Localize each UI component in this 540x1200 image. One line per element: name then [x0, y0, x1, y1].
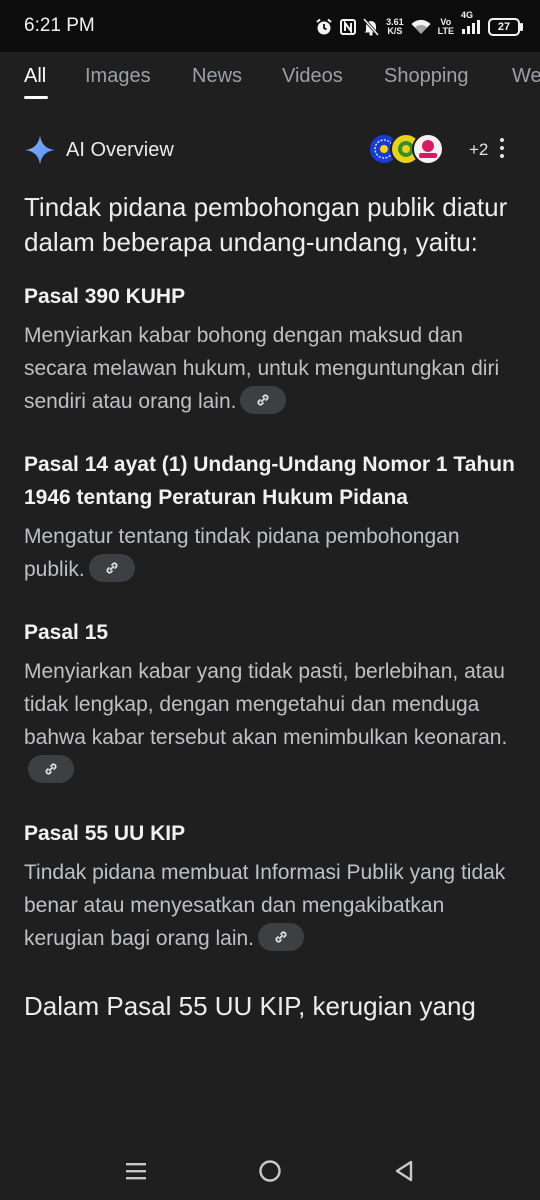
- battery-indicator: 27: [488, 18, 523, 36]
- tab-news[interactable]: News: [192, 65, 242, 88]
- recents-icon[interactable]: [121, 1156, 151, 1186]
- link-icon: [45, 763, 57, 775]
- ai-overview-content: Tindak pidana pembohongan publik diatur …: [24, 190, 516, 1024]
- search-tabs: All Images News Videos Shopping We: [0, 52, 540, 104]
- tab-all[interactable]: All: [24, 65, 46, 88]
- status-bar: 6:21 PM 3.61 K/S Vo LTE 4G 27: [0, 0, 540, 52]
- tab-shopping[interactable]: Shopping: [384, 65, 469, 88]
- intro-text: Tindak pidana pembohongan publik diatur …: [24, 192, 508, 257]
- network-type: 4G: [461, 10, 474, 20]
- section-title: Pasal 14 ayat (1) Undang-Undang Nomor 1 …: [24, 453, 515, 509]
- ai-overview-title: AI Overview: [66, 139, 174, 161]
- home-icon[interactable]: [255, 1156, 285, 1186]
- back-icon[interactable]: [389, 1156, 419, 1186]
- active-tab-indicator: [24, 96, 48, 99]
- tab-web[interactable]: We: [512, 65, 540, 88]
- nfc-icon: [340, 19, 357, 35]
- section-title: Pasal 55 UU KIP: [24, 822, 186, 845]
- more-vert-icon[interactable]: [498, 138, 506, 162]
- tab-videos[interactable]: Videos: [282, 65, 343, 88]
- status-time: 6:21 PM: [24, 15, 95, 36]
- alarm-icon: [315, 18, 333, 36]
- more-sources-count[interactable]: +2: [469, 140, 488, 160]
- section-body: Mengatur tentang tindak pidana pembohong…: [24, 525, 460, 583]
- source-avatar[interactable]: [412, 133, 444, 165]
- source-link-button[interactable]: [88, 554, 135, 583]
- status-icons: 3.61 K/S Vo LTE 4G 27: [315, 10, 523, 40]
- source-link-button[interactable]: [240, 386, 287, 415]
- section-title: Pasal 15: [24, 621, 109, 644]
- tab-images[interactable]: Images: [85, 65, 151, 88]
- ai-overview-header: AI Overview +2: [24, 132, 516, 168]
- source-link-button[interactable]: [28, 755, 74, 784]
- closing-text: Dalam Pasal 55 UU KIP, kerugian yang: [24, 991, 476, 1021]
- volte-indicator: Vo LTE: [437, 17, 454, 36]
- section-body: Menyiarkan kabar bohong dengan maksud da…: [24, 324, 500, 415]
- bell-off-icon: [363, 18, 380, 36]
- wifi-icon: [411, 19, 431, 35]
- section-body: Menyiarkan kabar yang tidak pasti, berle…: [24, 655, 516, 787]
- link-icon: [106, 562, 118, 574]
- signal-icon: 4G: [461, 10, 481, 35]
- system-nav-bar: [0, 1140, 540, 1200]
- source-link-button[interactable]: [258, 923, 304, 952]
- section-body: Tindak pidana membuat Informasi Publik y…: [24, 861, 506, 952]
- link-icon: [275, 931, 287, 943]
- link-icon: [257, 394, 269, 406]
- net-speed: 3.61 K/S: [386, 17, 404, 36]
- section-title: Pasal 390 KUHP: [24, 285, 186, 308]
- sparkle-icon: [25, 135, 55, 165]
